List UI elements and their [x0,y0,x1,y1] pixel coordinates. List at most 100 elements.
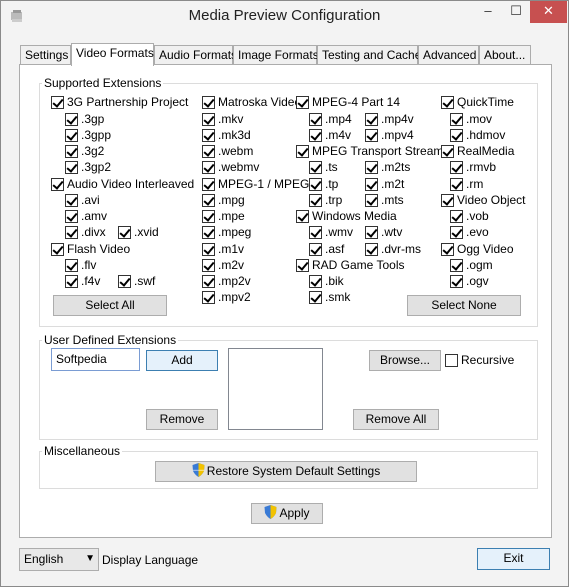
checkbox-box[interactable] [450,178,463,191]
checkbox-box[interactable] [202,145,215,158]
checkbox-box[interactable] [118,275,131,288]
remove-all-button[interactable]: Remove All [353,409,439,430]
checkbox-video-object[interactable]: Video Object [441,193,526,208]
checkbox-windows-media[interactable]: Windows Media [296,209,397,224]
checkbox-box[interactable] [202,291,215,304]
checkbox-quicktime[interactable]: QuickTime [441,95,514,110]
checkbox-mpeg-transport-stream[interactable]: MPEG Transport Stream [296,144,443,159]
checkbox-ext-3gp2[interactable]: .3gp2 [65,160,111,175]
checkbox-box[interactable] [65,161,78,174]
checkbox-ext-mp4v[interactable]: .mp4v [365,112,414,127]
exit-button[interactable]: Exit [477,548,550,570]
checkbox-ext-m4v[interactable]: .m4v [309,128,351,143]
checkbox-box[interactable] [441,145,454,158]
browse-button[interactable]: Browse... [369,350,441,371]
checkbox-box[interactable] [365,226,378,239]
checkbox-audio-video-interleaved[interactable]: Audio Video Interleaved [51,177,194,192]
checkbox-box[interactable] [65,113,78,126]
checkbox-mpeg-4-part-14[interactable]: MPEG-4 Part 14 [296,95,400,110]
checkbox-ext-m2v[interactable]: .m2v [202,258,244,273]
tab-image-formats[interactable]: Image Formats [233,45,319,65]
checkbox-ext-mp2v[interactable]: .mp2v [202,274,251,289]
checkbox-box[interactable] [296,259,309,272]
checkbox-realmedia[interactable]: RealMedia [441,144,514,159]
checkbox-ext-trp[interactable]: .trp [309,193,342,208]
checkbox-ext-evo[interactable]: .evo [450,225,489,240]
checkbox-box[interactable] [202,210,215,223]
minimize-button[interactable]: ‒ [474,1,502,23]
checkbox-mpeg-1-mpeg-2[interactable]: MPEG-1 / MPEG-2 [202,177,320,192]
checkbox-ext-3g2[interactable]: .3g2 [65,144,104,159]
checkbox-box[interactable] [445,354,458,367]
checkbox-box[interactable] [309,291,322,304]
checkbox-ext-avi[interactable]: .avi [65,193,100,208]
add-button[interactable]: Add [146,350,218,371]
checkbox-box[interactable] [202,275,215,288]
checkbox-box[interactable] [441,194,454,207]
checkbox-box[interactable] [309,161,322,174]
checkbox-box[interactable] [309,243,322,256]
checkbox-ext-tp[interactable]: .tp [309,177,338,192]
checkbox-box[interactable] [202,194,215,207]
checkbox-ext-vob[interactable]: .vob [450,209,489,224]
checkbox-box[interactable] [65,226,78,239]
checkbox-ext-mpv2[interactable]: .mpv2 [202,290,251,305]
checkbox-box[interactable] [450,161,463,174]
checkbox-ext-ogm[interactable]: .ogm [450,258,493,273]
tab-testing-and-cache[interactable]: Testing and Cache [317,45,421,65]
checkbox-ext-wtv[interactable]: .wtv [365,225,402,240]
checkbox-3g-partnership-project[interactable]: 3G Partnership Project [51,95,188,110]
checkbox-box[interactable] [309,275,322,288]
checkbox-box[interactable] [450,259,463,272]
checkbox-ext-ogv[interactable]: .ogv [450,274,489,289]
checkbox-ext-swf[interactable]: .swf [118,274,155,289]
checkbox-box[interactable] [309,129,322,142]
checkbox-box[interactable] [202,113,215,126]
checkbox-ext-mp4[interactable]: .mp4 [309,112,352,127]
checkbox-box[interactable] [202,259,215,272]
checkbox-box[interactable] [202,129,215,142]
checkbox-ext-webmv[interactable]: .webmv [202,160,259,175]
checkbox-ext-webm[interactable]: .webm [202,144,253,159]
checkbox-ext-rm[interactable]: .rm [450,177,483,192]
checkbox-box[interactable] [65,194,78,207]
checkbox-ext-m1v[interactable]: .m1v [202,242,244,257]
checkbox-ext-smk[interactable]: .smk [309,290,350,305]
extension-input[interactable]: Softpedia [51,348,140,371]
checkbox-ext-3gp[interactable]: .3gp [65,112,104,127]
checkbox-box[interactable] [309,178,322,191]
checkbox-ext-divx[interactable]: .divx [65,225,106,240]
checkbox-box[interactable] [296,145,309,158]
checkbox-box[interactable] [51,96,64,109]
checkbox-matroska-video[interactable]: Matroska Video [202,95,301,110]
checkbox-ext-amv[interactable]: .amv [65,209,107,224]
checkbox-ext-m2ts[interactable]: .m2ts [365,160,410,175]
checkbox-box[interactable] [365,161,378,174]
user-extensions-list[interactable] [228,348,323,430]
select-all-button[interactable]: Select All [53,295,167,316]
checkbox-ext-mpe[interactable]: .mpe [202,209,245,224]
tab-settings[interactable]: Settings [20,45,71,65]
checkbox-ext-flv[interactable]: .flv [65,258,96,273]
remove-button[interactable]: Remove [146,409,218,430]
checkbox-box[interactable] [441,96,454,109]
language-select[interactable]: English ▼ [19,548,99,571]
checkbox-box[interactable] [450,275,463,288]
checkbox-box[interactable] [450,129,463,142]
close-button[interactable]: ✕ [530,1,567,23]
checkbox-ext-mkv[interactable]: .mkv [202,112,243,127]
checkbox-box[interactable] [65,275,78,288]
checkbox-box[interactable] [309,226,322,239]
checkbox-box[interactable] [309,113,322,126]
recursive-checkbox[interactable]: Recursive [445,353,514,368]
checkbox-ext-mpeg[interactable]: .mpeg [202,225,251,240]
tab-about[interactable]: About... [479,45,531,65]
checkbox-box[interactable] [118,226,131,239]
tab-video-formats[interactable]: Video Formats [71,43,154,66]
checkbox-ext-m2t[interactable]: .m2t [365,177,404,192]
checkbox-box[interactable] [51,178,64,191]
checkbox-ext-mpv4[interactable]: .mpv4 [365,128,414,143]
checkbox-ext-asf[interactable]: .asf [309,242,344,257]
checkbox-box[interactable] [202,178,215,191]
checkbox-ext-f4v[interactable]: .f4v [65,274,100,289]
